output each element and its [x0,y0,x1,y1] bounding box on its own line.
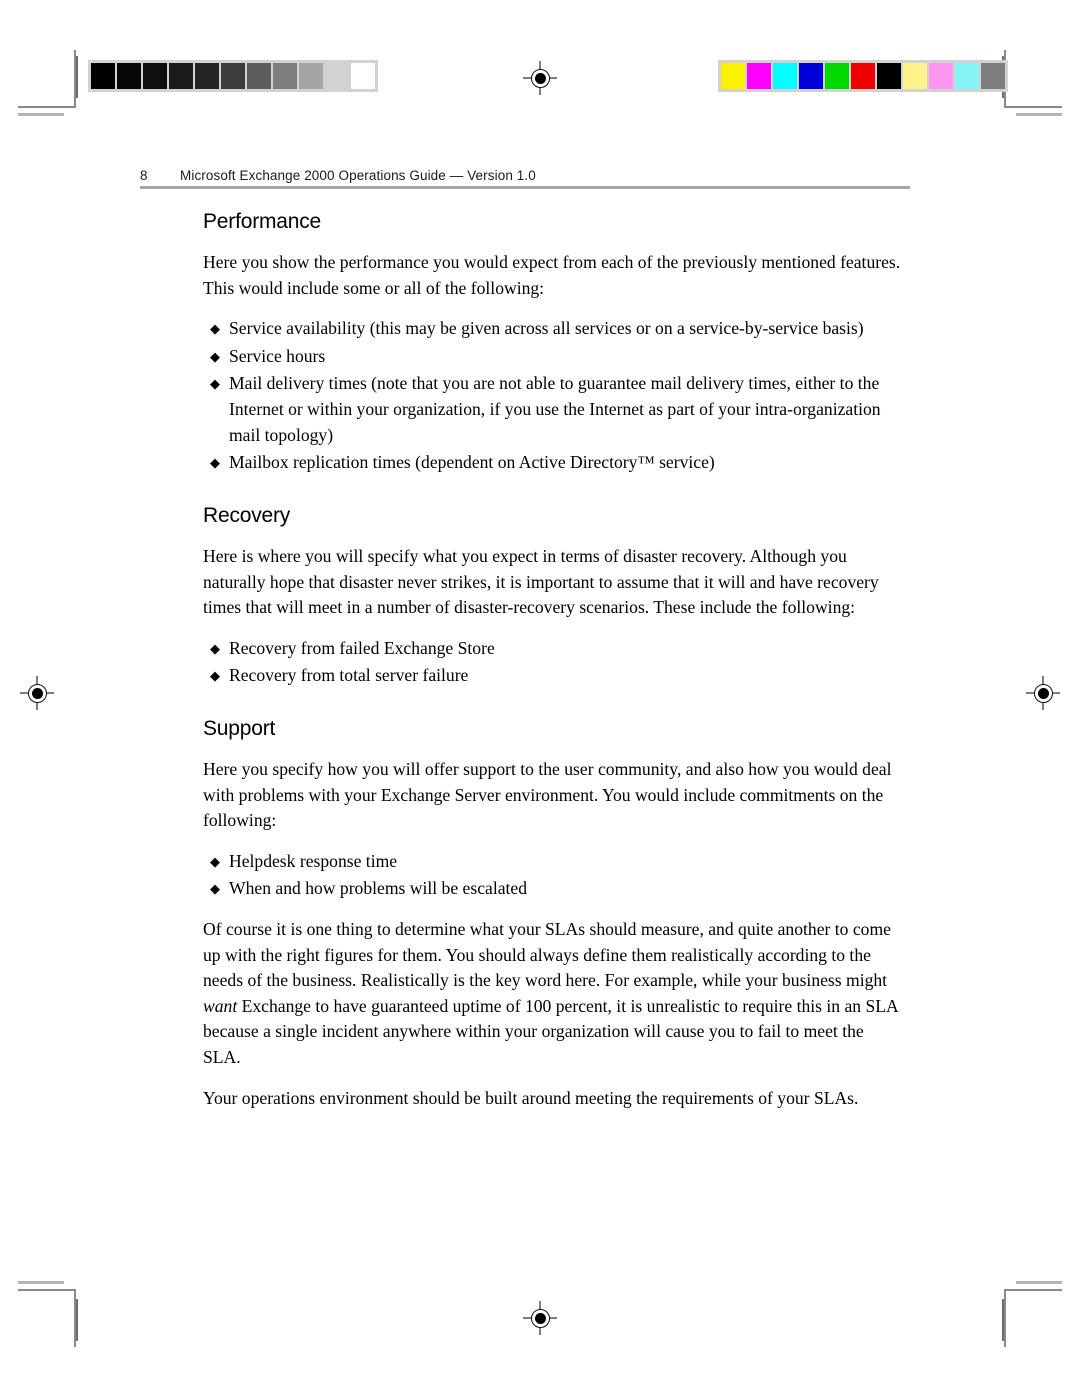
list-item: ◆ Service availability (this may be given… [203,316,903,342]
registration-target-top-icon [523,61,557,95]
crop-tick-top-right-horizontal [1016,113,1062,116]
color-patch-4 [825,63,849,89]
diamond-bullet-icon: ◆ [210,853,220,869]
gray-patch-10 [351,63,375,89]
color-patch-2 [773,63,797,89]
list-item-text: Mailbox replication times (dependent on … [229,452,715,473]
bullet-list: ◆ Service availability (this may be given… [203,316,903,476]
grayscale-calibration-strip [88,60,378,92]
section-block: Here you specify how you will offer supp… [203,757,903,902]
list-item-text: Service hours [229,345,326,366]
gray-patch-7 [273,63,297,89]
section-intro-paragraph: Here is where you will specify what you … [203,545,879,618]
diamond-bullet-icon: ◆ [210,668,220,684]
gray-patch-9 [325,63,349,89]
gray-patch-3 [169,63,193,89]
registration-target-bottom-icon [523,1301,557,1335]
section-intro-paragraph: Here you specify how you will offer supp… [203,759,892,831]
closing-paragraph-1-tail: Exchange to have guaranteed uptime of 10… [203,995,898,1067]
emphasized-word: want [203,995,238,1016]
crop-tick-top-left-vertical [76,56,78,98]
list-item-text: Service availability (this may be given … [229,318,864,339]
color-patch-8 [929,63,953,89]
closing-paragraph-1: Of course it is one thing to determine w… [203,917,903,1071]
crop-tick-bottom-right-vertical [1002,1299,1004,1341]
crop-tick-bottom-left-horizontal [18,1281,64,1284]
closing-paragraph-2: Your operations environment should be bu… [203,1087,859,1108]
running-head: 8 Microsoft Exchange 2000 Operations Gui… [140,168,910,189]
gray-patch-2 [143,63,167,89]
section-heading: Support [203,716,276,740]
list-item: ◆ When and how problems will be escalated [203,876,903,902]
section-block: Here is where you will specify what you … [203,544,903,689]
closing-paragraph-1-lead: Of course it is one thing to determine w… [203,918,891,991]
crop-tick-bottom-right-horizontal [1016,1281,1062,1284]
diamond-bullet-icon: ◆ [210,640,220,656]
crop-tick-top-left-horizontal [18,113,64,116]
list-item: ◆ Service hours [203,344,903,370]
gray-patch-4 [195,63,219,89]
color-calibration-strip [718,60,1008,92]
diamond-bullet-icon: ◆ [210,376,220,392]
list-item-text: When and how problems will be escalated [229,878,528,899]
color-patch-1 [747,63,771,89]
diamond-bullet-icon: ◆ [210,321,220,337]
color-patch-5 [851,63,875,89]
section-intro-paragraph: Here you show the performance you would … [203,252,901,298]
diamond-bullet-icon: ◆ [210,348,220,364]
gray-patch-0 [91,63,115,89]
crop-mark-bottom-right [1004,1289,1062,1347]
gray-patch-5 [221,63,245,89]
crop-mark-top-right [1004,50,1062,108]
color-patch-10 [981,63,1005,89]
registration-target-right-icon [1026,676,1060,710]
list-item: ◆ Helpdesk response time [203,849,903,875]
crop-mark-bottom-left [18,1289,76,1347]
list-item: ◆ Recovery from failed Exchange Store [203,636,903,662]
list-item: ◆ Recovery from total server failure [203,663,903,689]
list-item: ◆ Mail delivery times (note that you are … [203,371,903,448]
running-head-rule [140,186,910,189]
color-patch-0 [721,63,745,89]
bullet-list: ◆ Recovery from failed Exchange Store ◆ Rec… [203,636,903,689]
color-patch-7 [903,63,927,89]
list-item: ◆ Mailbox replication times (dependent on… [203,450,903,476]
gray-patch-6 [247,63,271,89]
registration-target-left-icon [20,676,54,710]
section-block: Here you show the performance you would … [203,250,903,476]
page-number: 8 [140,168,148,183]
bullet-list: ◆ Helpdesk response time ◆ When and how pro… [203,849,903,902]
section-heading: Recovery [203,503,291,527]
list-item-text: Mail delivery times (note that you are n… [229,373,881,445]
list-item-text: Helpdesk response time [229,850,398,871]
gray-patch-1 [117,63,141,89]
list-item-text: Recovery from total server failure [229,665,469,686]
diamond-bullet-icon: ◆ [210,881,220,897]
scanned-page: 8 Microsoft Exchange 2000 Operations Gui… [0,0,1080,1397]
diamond-bullet-icon: ◆ [210,455,220,471]
crop-mark-top-left [18,50,76,108]
color-patch-6 [877,63,901,89]
section-heading: Performance [203,210,322,233]
color-patch-3 [799,63,823,89]
list-item-text: Recovery from failed Exchange Store [229,637,495,658]
running-head-title: Microsoft Exchange 2000 Operations Guide… [180,168,536,183]
crop-tick-bottom-left-vertical [76,1299,78,1341]
gray-patch-8 [299,63,323,89]
page-body: Performance Here you show the performance… [203,210,903,1111]
color-patch-9 [955,63,979,89]
